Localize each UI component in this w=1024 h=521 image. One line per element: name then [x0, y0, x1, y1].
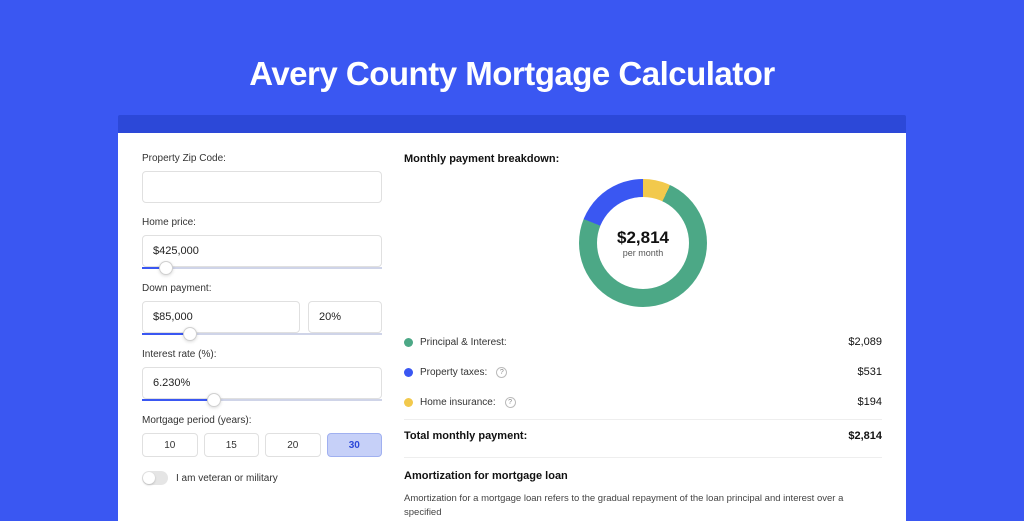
- breakdown-title: Monthly payment breakdown:: [404, 153, 882, 165]
- donut-value: $2,814: [617, 228, 669, 248]
- insurance-value: $194: [858, 396, 882, 408]
- info-icon[interactable]: ?: [505, 397, 516, 408]
- interest-rate-input[interactable]: [142, 367, 382, 399]
- donut-chart: $2,814 per month: [579, 179, 707, 307]
- slider-thumb[interactable]: [159, 261, 173, 275]
- slider-thumb[interactable]: [183, 327, 197, 341]
- home-price-input[interactable]: [142, 235, 382, 267]
- breakdown-row-principal: Principal & Interest: $2,089: [404, 327, 882, 357]
- home-price-slider[interactable]: [142, 267, 382, 269]
- donut-sub: per month: [623, 248, 664, 258]
- home-price-label: Home price:: [142, 217, 382, 228]
- down-payment-field: Down payment:: [142, 283, 382, 335]
- veteran-row: I am veteran or military: [142, 471, 382, 485]
- amortization-text: Amortization for a mortgage loan refers …: [404, 492, 882, 521]
- principal-value: $2,089: [848, 336, 882, 348]
- legend-dot-principal-icon: [404, 338, 413, 347]
- down-payment-slider[interactable]: [142, 333, 382, 335]
- interest-rate-field: Interest rate (%):: [142, 349, 382, 401]
- period-10-button[interactable]: 10: [142, 433, 198, 457]
- donut-center: $2,814 per month: [597, 197, 689, 289]
- total-row: Total monthly payment: $2,814: [404, 419, 882, 442]
- period-20-button[interactable]: 20: [265, 433, 321, 457]
- breakdown-row-taxes: Property taxes: ? $531: [404, 357, 882, 387]
- slider-thumb[interactable]: [207, 393, 221, 407]
- inputs-column: Property Zip Code: Home price: Down paym…: [142, 153, 382, 521]
- page-title: Avery County Mortgage Calculator: [249, 55, 775, 93]
- slider-fill: [142, 399, 214, 401]
- down-payment-pct-input[interactable]: [308, 301, 382, 333]
- breakdown-row-insurance: Home insurance: ? $194: [404, 387, 882, 417]
- veteran-label: I am veteran or military: [176, 473, 278, 484]
- interest-rate-label: Interest rate (%):: [142, 349, 382, 360]
- zip-label: Property Zip Code:: [142, 153, 382, 164]
- interest-rate-slider[interactable]: [142, 399, 382, 401]
- taxes-value: $531: [858, 366, 882, 378]
- mortgage-period-label: Mortgage period (years):: [142, 415, 382, 426]
- total-label: Total monthly payment:: [404, 430, 527, 442]
- veteran-toggle[interactable]: [142, 471, 168, 485]
- down-payment-label: Down payment:: [142, 283, 382, 294]
- period-30-button[interactable]: 30: [327, 433, 383, 457]
- ribbon: Property Zip Code: Home price: Down paym…: [118, 115, 906, 521]
- info-icon[interactable]: ?: [496, 367, 507, 378]
- home-price-field: Home price:: [142, 217, 382, 269]
- page-container: Avery County Mortgage Calculator Propert…: [0, 0, 1024, 521]
- divider: [404, 442, 882, 458]
- down-payment-input[interactable]: [142, 301, 300, 333]
- mortgage-period-field: Mortgage period (years): 10 15 20 30: [142, 415, 382, 457]
- taxes-label: Property taxes:: [420, 367, 487, 378]
- legend-dot-insurance-icon: [404, 398, 413, 407]
- principal-label: Principal & Interest:: [420, 337, 507, 348]
- breakdown-column: Monthly payment breakdown: $2,814 per mo…: [404, 153, 882, 521]
- legend-dot-taxes-icon: [404, 368, 413, 377]
- period-options: 10 15 20 30: [142, 433, 382, 457]
- insurance-label: Home insurance:: [420, 397, 496, 408]
- donut-wrap: $2,814 per month: [404, 179, 882, 307]
- toggle-knob: [143, 472, 155, 484]
- period-15-button[interactable]: 15: [204, 433, 260, 457]
- total-value: $2,814: [848, 430, 882, 442]
- amortization-title: Amortization for mortgage loan: [404, 470, 882, 482]
- zip-input[interactable]: [142, 171, 382, 203]
- zip-field: Property Zip Code:: [142, 153, 382, 203]
- calculator-panel: Property Zip Code: Home price: Down paym…: [118, 133, 906, 521]
